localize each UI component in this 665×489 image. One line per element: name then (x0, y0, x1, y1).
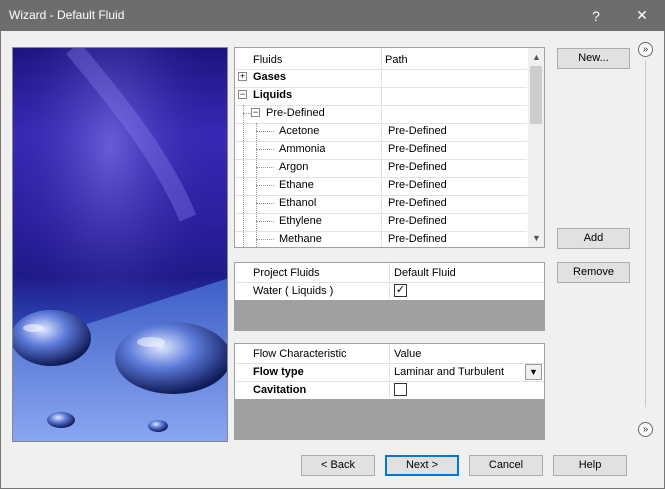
tree-row-ethane[interactable]: Ethane Pre-Defined (235, 176, 544, 194)
tree-node-label: Pre-Defined (266, 107, 325, 119)
column-header-value[interactable]: Value (394, 345, 421, 363)
column-header-path[interactable]: Path (385, 51, 408, 69)
next-button[interactable]: Next > (385, 455, 459, 476)
scroll-up-icon[interactable]: ▲ (528, 52, 544, 62)
default-fluid-checkbox[interactable]: ✓ (394, 284, 407, 297)
cavitation-row[interactable]: Cavitation (235, 381, 544, 399)
tree-leaf-label: Ethane (279, 179, 314, 191)
fluids-tree-header: Fluids Path (235, 51, 544, 69)
tree-leaf-path: Pre-Defined (388, 161, 447, 173)
flow-properties-empty-area (235, 399, 544, 439)
tree-row-argon[interactable]: Argon Pre-Defined (235, 158, 544, 176)
tree-leaf-label: Ammonia (279, 143, 326, 155)
tree-leaf-label: Ethylene (279, 215, 322, 227)
fluids-tree-panel: Fluids Path + Gases − Liquids − Pre-Defi… (234, 47, 545, 248)
column-header-project-fluids[interactable]: Project Fluids (253, 264, 320, 282)
flow-properties-header: Flow Characteristic Value (235, 345, 544, 363)
project-fluid-row-water[interactable]: Water ( Liquids ) ✓ (235, 282, 544, 300)
scroll-thumb[interactable] (530, 66, 542, 124)
tree-row-ammonia[interactable]: Ammonia Pre-Defined (235, 140, 544, 158)
collapse-bottom-icon[interactable]: » (638, 422, 653, 437)
window-title: Wizard - Default Fluid (9, 8, 125, 22)
add-button[interactable]: Add (557, 228, 630, 249)
new-fluid-button[interactable]: New... (557, 48, 630, 69)
tree-leaf-path: Pre-Defined (388, 143, 447, 155)
tree-row-liquids[interactable]: − Liquids (235, 86, 544, 104)
scroll-down-icon[interactable]: ▼ (528, 233, 544, 243)
cancel-button[interactable]: Cancel (469, 455, 543, 476)
collapse-icon[interactable]: − (238, 90, 247, 99)
tree-leaf-label: Acetone (279, 125, 320, 137)
fluids-tree-scrollbar[interactable]: ▲ ▼ (528, 48, 544, 247)
help-button[interactable]: Help (553, 455, 627, 476)
flow-type-label: Flow type (253, 366, 304, 378)
cavitation-label: Cavitation (253, 384, 307, 396)
remove-button[interactable]: Remove (557, 262, 630, 283)
expand-icon[interactable]: + (238, 72, 247, 81)
tree-node-label: Liquids (253, 89, 293, 101)
column-header-default-fluid[interactable]: Default Fluid (394, 264, 456, 282)
tree-row-methane[interactable]: Methane Pre-Defined (235, 230, 544, 247)
collapse-icon[interactable]: − (251, 108, 260, 117)
project-fluids-header: Project Fluids Default Fluid (235, 264, 544, 282)
back-button[interactable]: < Back (301, 455, 375, 476)
tree-row-ethanol[interactable]: Ethanol Pre-Defined (235, 194, 544, 212)
tree-leaf-path: Pre-Defined (388, 233, 447, 245)
tree-leaf-path: Pre-Defined (388, 215, 447, 227)
tree-row-acetone[interactable]: Acetone Pre-Defined (235, 122, 544, 140)
help-icon[interactable]: ? (574, 0, 618, 31)
tree-leaf-label: Ethanol (279, 197, 317, 209)
tree-row-ethylene[interactable]: Ethylene Pre-Defined (235, 212, 544, 230)
flow-type-row[interactable]: Flow type Laminar and Turbulent ▼ (235, 363, 544, 381)
wizard-picture (12, 47, 228, 442)
cavitation-checkbox[interactable] (394, 383, 407, 396)
tree-leaf-label: Argon (279, 161, 309, 173)
title-bar: Wizard - Default Fluid ? ✕ (0, 0, 665, 31)
project-fluids-panel: Project Fluids Default Fluid Water ( Liq… (234, 262, 545, 331)
tree-row-pre-defined[interactable]: − Pre-Defined (235, 104, 544, 122)
column-header-flow-characteristic[interactable]: Flow Characteristic (253, 345, 347, 363)
project-fluid-label: Water ( Liquids ) (253, 285, 334, 297)
column-header-fluids[interactable]: Fluids (253, 51, 282, 69)
tree-row-gases[interactable]: + Gases (235, 68, 544, 86)
tree-leaf-path: Pre-Defined (388, 125, 447, 137)
flow-properties-panel: Flow Characteristic Value Flow type Lami… (234, 343, 545, 440)
collapse-top-icon[interactable]: » (638, 42, 653, 57)
chevron-down-icon[interactable]: ▼ (525, 364, 542, 380)
side-divider (645, 60, 646, 407)
tree-node-label: Gases (253, 71, 287, 83)
tree-leaf-path: Pre-Defined (388, 179, 447, 191)
close-icon[interactable]: ✕ (620, 0, 664, 31)
flow-type-select[interactable]: Laminar and Turbulent (394, 363, 504, 381)
tree-leaf-label: Methane (279, 233, 322, 245)
tree-leaf-path: Pre-Defined (388, 197, 447, 209)
project-fluids-empty-area (235, 300, 544, 330)
